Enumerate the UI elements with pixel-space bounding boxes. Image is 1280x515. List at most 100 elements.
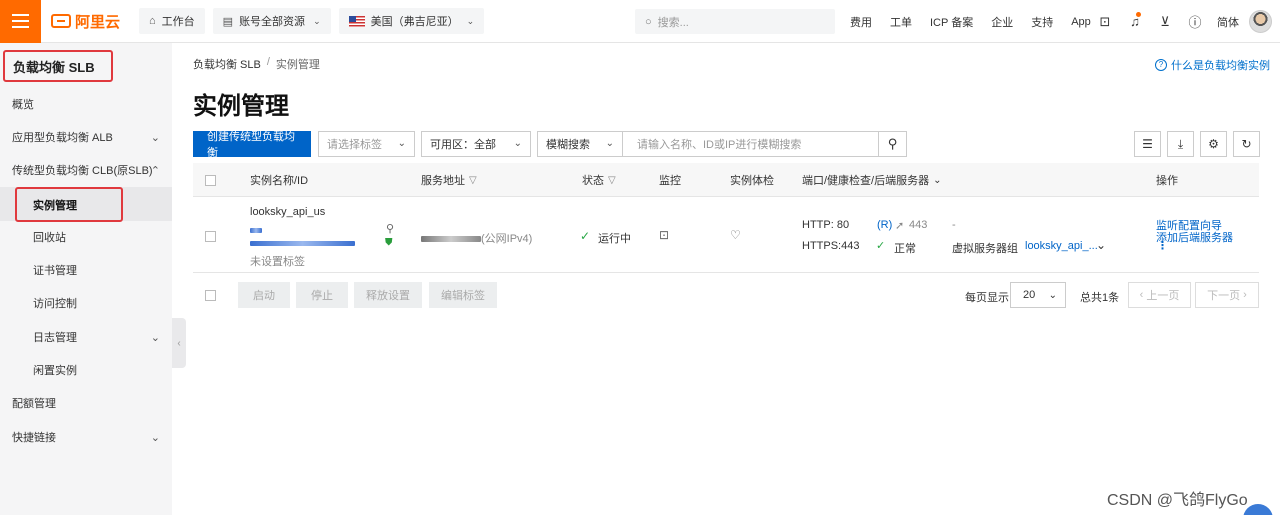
health-check-icon[interactable]: ♡ — [730, 228, 741, 242]
sidebar-item-idle-instances[interactable]: 闲置实例 — [0, 358, 172, 382]
search-icon: ⚲ — [887, 135, 898, 151]
refresh-icon[interactable]: ↻ — [1233, 131, 1260, 157]
bell-icon[interactable]: ♫ — [1120, 12, 1150, 29]
sidebar-item-quota[interactable]: 配额管理 — [0, 391, 172, 415]
nav-billing[interactable]: 费用 — [850, 14, 872, 30]
tag-select-placeholder: 请选择标签 — [327, 138, 382, 151]
table-header: 实例名称/ID 服务地址 ▽ 状态 ▽ 监控 实例体检 端口/健康检查/后端服务器 ⌄… — [193, 163, 1259, 197]
edit-tags-button[interactable]: 编辑标签 — [429, 282, 497, 308]
us-flag-icon — [348, 15, 365, 27]
chevron-down-icon: ⌄ — [466, 15, 475, 26]
region-label: 美国（弗吉尼亚） — [370, 16, 459, 28]
instance-id-link[interactable] — [250, 224, 262, 236]
next-page-button[interactable]: 下一页 › — [1195, 282, 1259, 308]
footer-select-all-checkbox[interactable] — [205, 290, 216, 304]
table-footer: 启动 停止 释放设置 编辑标签 每页显示 20 ⌄ 总共1条 ‹ 上一页 下一页 … — [193, 280, 1259, 310]
download-icon[interactable]: ⤓ — [1167, 131, 1194, 157]
global-search-input[interactable]: ○ 搜索... — [635, 9, 835, 34]
sidebar-item-logs[interactable]: 日志管理 ⌄ — [0, 325, 172, 349]
chevron-down-icon: ⌄ — [150, 431, 160, 444]
release-settings-button[interactable]: 释放设置 — [354, 282, 422, 308]
location-icon: ⚲ — [386, 223, 395, 235]
zone-value: 全部 — [474, 138, 496, 151]
search-mode-select[interactable]: 模糊搜索 ⌄ — [537, 130, 623, 157]
instance-id-link[interactable] — [250, 237, 355, 249]
chevron-down-icon: ⌄ — [1048, 289, 1057, 301]
instance-search-placeholder: 请输入名称、ID或IP进行模糊搜索 — [637, 138, 802, 151]
total-count: 总共1条 — [1080, 292, 1120, 304]
col-ports[interactable]: 端口/健康检查/后端服务器 ⌄ — [802, 163, 942, 197]
instance-search-input[interactable]: 请输入名称、ID或IP进行模糊搜索 — [623, 130, 879, 157]
sidebar-item-label: 证书管理 — [33, 265, 77, 277]
workbench-button[interactable]: ⌂ 工作台 — [139, 8, 205, 34]
create-clb-button[interactable]: 创建传统型负载均衡 — [193, 130, 311, 159]
filter-icon[interactable]: ▽ — [608, 175, 616, 186]
prev-label: 上一页 — [1146, 290, 1180, 302]
chevron-down-icon[interactable]: ⌄ — [1096, 238, 1106, 252]
prev-page-button[interactable]: ‹ 上一页 — [1128, 282, 1191, 308]
sidebar-item-certificates[interactable]: 证书管理 — [0, 258, 172, 282]
gear-icon[interactable]: ⚙ — [1200, 131, 1227, 157]
sidebar-item-instance-management[interactable]: 实例管理 — [15, 187, 123, 222]
chevron-down-icon: ⌄ — [933, 174, 942, 186]
nav-support[interactable]: 支持 — [1031, 14, 1053, 30]
sidebar-item-alb[interactable]: 应用型负载均衡 ALB ⌄ — [0, 125, 172, 149]
table-row: looksky_api_us 未设置标签 ⚲ ⛊ (公网IPv4) ✓ 运行中 … — [193, 197, 1259, 273]
nav-enterprise[interactable]: 企业 — [991, 14, 1013, 30]
select-all-checkbox[interactable] — [205, 163, 216, 197]
more-actions-icon[interactable]: ⋮ — [1157, 239, 1168, 252]
nav-icp[interactable]: ICP 备案 — [930, 14, 973, 30]
col-label: 实例名称/ID — [250, 175, 309, 187]
page-title: 实例管理 — [193, 93, 289, 120]
account-scope-label: 账号全部资源 — [239, 16, 306, 28]
sidebar-item-access-control[interactable]: 访问控制 — [0, 291, 172, 315]
col-health-check: 实例体检 — [730, 163, 774, 197]
avatar[interactable] — [1249, 10, 1272, 33]
list-settings-icon[interactable]: ☰ — [1134, 131, 1161, 157]
search-button[interactable]: ⚲ — [879, 130, 907, 157]
region-select[interactable]: 美国（弗吉尼亚） ⌄ — [338, 8, 485, 34]
sidebar-item-label: 回收站 — [33, 232, 66, 244]
breadcrumb-slb[interactable]: 负载均衡 SLB — [193, 56, 261, 72]
chevron-down-icon: ⌄ — [397, 138, 406, 149]
col-label: 实例体检 — [730, 175, 774, 187]
instance-tag[interactable]: 未设置标签 — [250, 253, 305, 269]
filter-icon[interactable]: ▽ — [469, 175, 477, 186]
sidebar-item-overview[interactable]: 概览 — [0, 92, 172, 116]
rule-badge[interactable]: (R) — [877, 219, 892, 231]
forward-arrow-icon: ➚ — [895, 220, 905, 232]
top-icons: ⊡ ♫ ⊻ ⓘ 简体 — [1090, 0, 1246, 43]
help-link[interactable]: ? 什么是负载均衡实例 — [1155, 57, 1270, 73]
logo-text: 阿里云 — [75, 13, 121, 31]
row-checkbox[interactable] — [205, 231, 216, 245]
cart-icon[interactable]: ⊻ — [1150, 14, 1180, 30]
server-group-label: 虚拟服务器组 — [952, 243, 1018, 255]
sidebar-item-clb[interactable]: 传统型负载均衡 CLB(原SLB) ⌃ — [0, 158, 172, 182]
sidebar-title[interactable]: 负载均衡 SLB — [3, 50, 113, 82]
breadcrumb-separator: / — [266, 56, 270, 68]
sidebar-item-recycle-bin[interactable]: 回收站 — [0, 225, 172, 249]
start-button[interactable]: 启动 — [238, 282, 290, 308]
chevron-down-icon: ⌄ — [313, 15, 321, 26]
stop-button[interactable]: 停止 — [296, 282, 348, 308]
nav-app[interactable]: App — [1071, 16, 1091, 28]
help-icon[interactable]: ⓘ — [1180, 12, 1210, 31]
language-switch[interactable]: 简体 — [1210, 14, 1246, 30]
forward-port: 443 — [909, 219, 928, 231]
terminal-icon[interactable]: ⊡ — [1090, 14, 1120, 30]
per-page-select[interactable]: 20 ⌄ — [1010, 282, 1066, 308]
monitor-icon[interactable]: ⊡ — [659, 228, 669, 242]
server-group-link[interactable]: looksky_api_... — [1025, 240, 1098, 252]
menu-icon[interactable] — [0, 0, 41, 43]
workbench-label: 工作台 — [161, 16, 195, 28]
sidebar-collapse-handle[interactable]: ‹ — [172, 318, 186, 368]
per-page-label: 每页显示 — [965, 292, 1009, 304]
nav-ticket[interactable]: 工单 — [890, 14, 912, 30]
sidebar: 负载均衡 SLB 概览 应用型负载均衡 ALB ⌄ 传统型负载均衡 CLB(原SL… — [0, 43, 172, 515]
sidebar-item-shortcuts[interactable]: 快捷链接 ⌄ — [0, 425, 172, 449]
col-monitor: 监控 — [659, 163, 681, 197]
account-scope-select[interactable]: ▤ 账号全部资源 ⌄ — [212, 8, 331, 34]
zone-select[interactable]: 可用区： 全部 ⌄ — [421, 130, 531, 157]
aliyun-logo[interactable]: 阿里云 — [51, 11, 131, 32]
tag-select[interactable]: 请选择标签 ⌄ — [318, 130, 415, 157]
